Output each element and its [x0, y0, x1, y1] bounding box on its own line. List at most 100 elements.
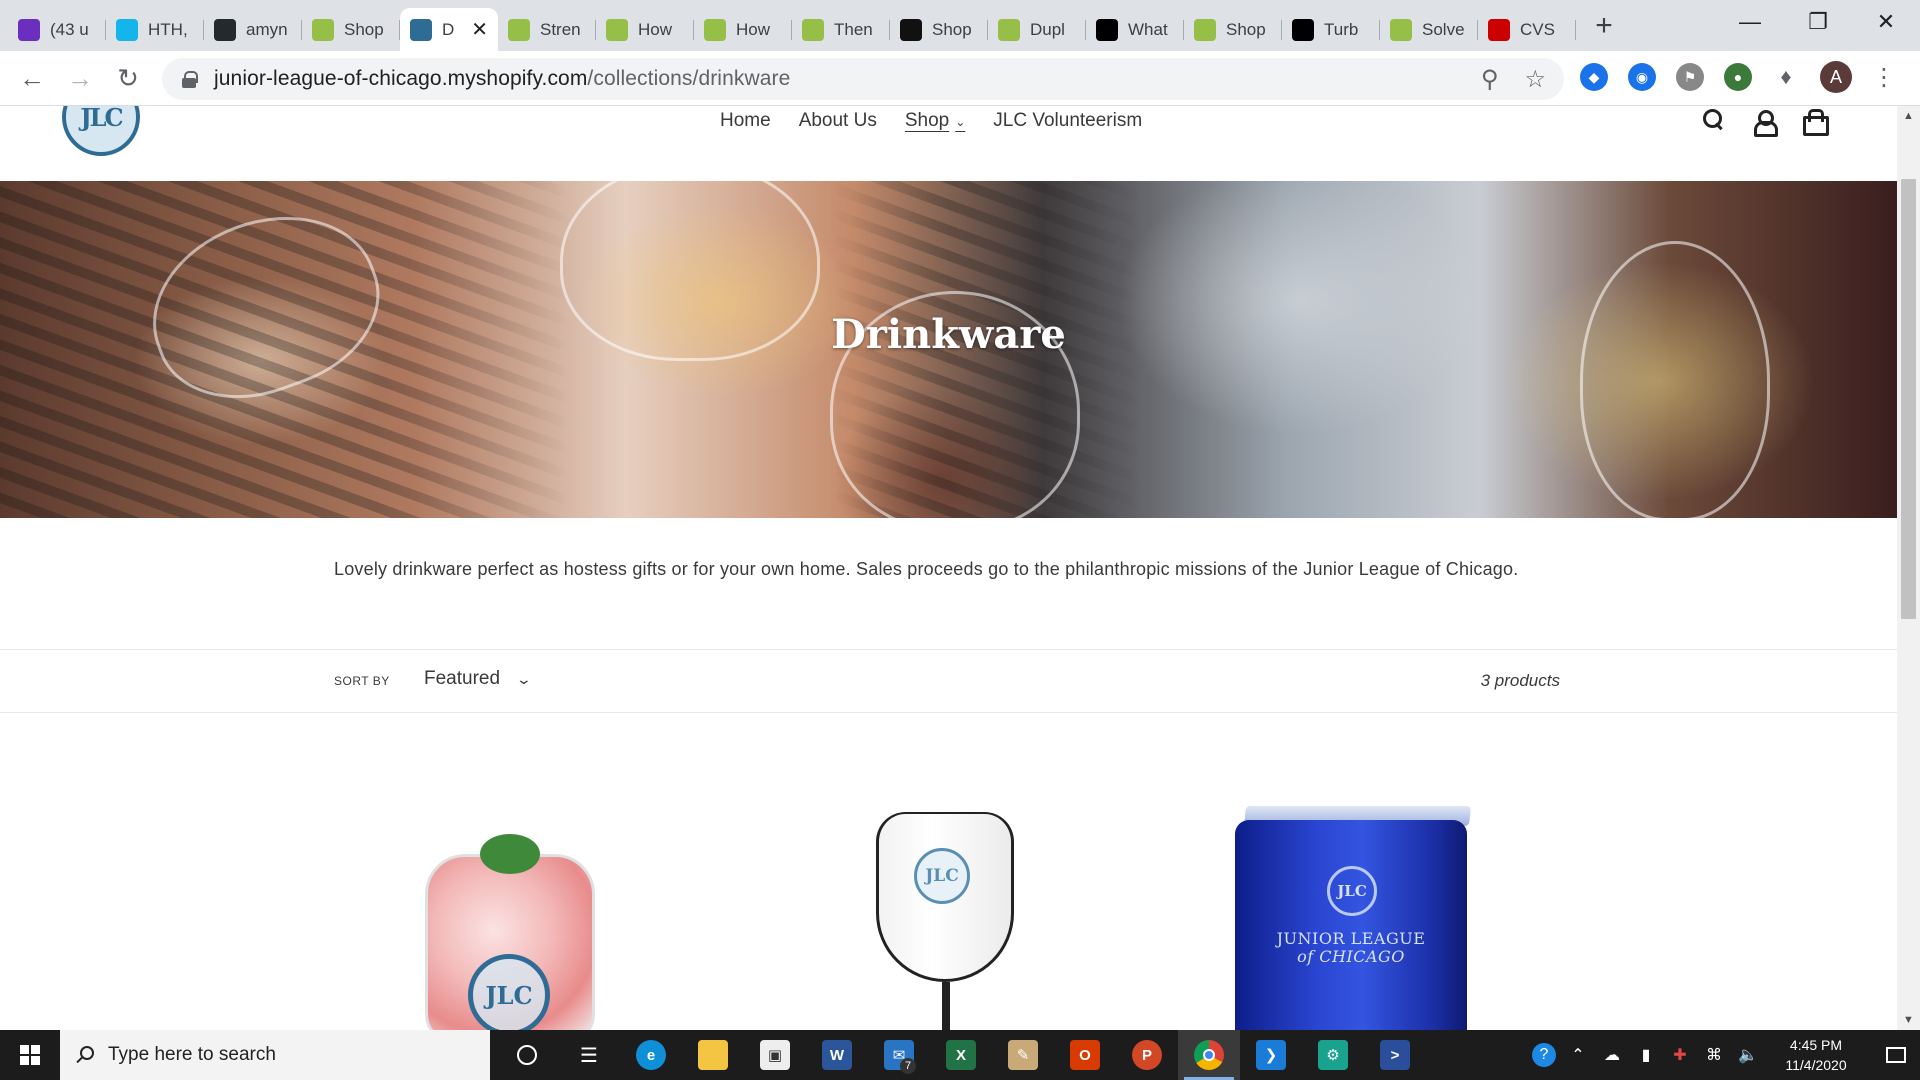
bookmark-star-icon[interactable]: ☆ — [1524, 65, 1546, 94]
tab-title: Shop — [932, 19, 972, 39]
cortana-icon[interactable] — [496, 1030, 558, 1080]
browser-tab[interactable]: Turb — [1282, 11, 1380, 49]
browser-tab[interactable]: How — [596, 11, 694, 49]
nav-item-label: About Us — [798, 110, 877, 131]
brand-line-1: JUNIOR LEAGUE — [1276, 929, 1426, 948]
tab-title: Dupl — [1030, 19, 1065, 39]
browser-tab[interactable]: Shop — [302, 11, 400, 49]
browser-tab[interactable]: How — [694, 11, 792, 49]
nav-item-home[interactable]: Home — [720, 110, 771, 132]
shield-extension-icon[interactable]: ◆ — [1580, 63, 1608, 91]
zoom-icon[interactable]: ⚲ — [1481, 65, 1499, 94]
location-extension-icon[interactable]: ◉ — [1628, 63, 1656, 91]
collection-description: Lovely drinkware perfect as hostess gift… — [334, 559, 1519, 579]
sk-icon — [900, 18, 922, 41]
tab-title: How — [736, 19, 771, 39]
xero-icon — [116, 18, 138, 41]
office-icon[interactable]: O — [1054, 1030, 1116, 1080]
profile-avatar[interactable]: A — [1820, 61, 1852, 93]
sort-select[interactable]: Featured ⌄ — [424, 668, 532, 690]
browser-tab[interactable]: Dupl — [988, 11, 1086, 49]
browser-tab[interactable]: What — [1086, 11, 1184, 49]
forward-button[interactable]: → — [56, 54, 104, 102]
minimize-button[interactable]: — — [1716, 0, 1784, 44]
nav-item-jlc-volunteerism[interactable]: JLC Volunteerism — [993, 110, 1142, 132]
volume-icon[interactable]: 🔈 — [1736, 1043, 1760, 1067]
edge-icon[interactable]: e — [620, 1030, 682, 1080]
battery-icon[interactable]: ▮ — [1634, 1043, 1658, 1067]
word-icon[interactable]: W — [806, 1030, 868, 1080]
chevron-up-icon[interactable]: ⌃ — [1566, 1043, 1590, 1067]
page-viewport: JLC Home About Us Shop ⌄ JLC Volunteerism Dr… — [0, 106, 1897, 1030]
tab-title: What — [1128, 19, 1168, 39]
url-text[interactable]: junior-league-of-chicago.myshopify.com/c… — [214, 67, 790, 91]
flag-extension-icon[interactable]: ⚑ — [1676, 63, 1704, 91]
menu-kebab-icon[interactable]: ⋮ — [1872, 63, 1896, 92]
scrollbar-thumb[interactable] — [1901, 179, 1916, 619]
taskbar-search[interactable]: Type here to search — [60, 1030, 490, 1080]
tab-title: HTH, — [148, 19, 188, 39]
account-icon[interactable] — [1752, 108, 1778, 137]
restore-button[interactable]: ❐ — [1784, 0, 1852, 44]
network-app-icon[interactable]: ⚙ — [1302, 1030, 1364, 1080]
address-bar[interactable]: junior-league-of-chicago.myshopify.com/c… — [162, 58, 1564, 100]
store-icon[interactable]: ▣ — [744, 1030, 806, 1080]
cart-icon[interactable] — [1802, 108, 1829, 136]
page-scrollbar[interactable]: ▲ ▼ — [1897, 106, 1920, 1030]
lock-icon[interactable] — [182, 71, 198, 88]
tab-title: Turb — [1324, 19, 1359, 39]
browser-tab[interactable]: (43 u — [8, 11, 106, 49]
excel-icon[interactable]: X — [930, 1030, 992, 1080]
wifi-icon[interactable]: ⌘ — [1702, 1043, 1726, 1067]
cloud-icon[interactable]: ☁ — [1600, 1043, 1624, 1067]
mail-icon[interactable]: ✉ 7 — [868, 1030, 930, 1080]
file-explorer-icon[interactable] — [682, 1030, 744, 1080]
system-clock[interactable]: 4:45 PM 11/4/2020 — [1770, 1035, 1862, 1075]
paint-icon[interactable]: ✎ — [992, 1030, 1054, 1080]
browser-tab[interactable]: Solve — [1380, 11, 1478, 49]
start-button[interactable] — [0, 1030, 60, 1080]
search-icon[interactable] — [1702, 108, 1724, 132]
browser-tab[interactable]: Shop — [890, 11, 988, 49]
browser-tab[interactable]: CVS — [1478, 11, 1576, 49]
reload-button[interactable]: ↻ — [104, 54, 152, 102]
back-button[interactable]: ← — [8, 54, 56, 102]
browser-tab[interactable]: D ✕ — [400, 8, 498, 51]
scroll-up-arrow[interactable]: ▲ — [1903, 110, 1914, 122]
filter-bar: SORT BY Featured ⌄ 3 products — [0, 649, 1897, 713]
tab-title: Then — [834, 19, 873, 39]
powerpoint-icon[interactable]: P — [1116, 1030, 1178, 1080]
product-image-blue-tumbler[interactable] — [1235, 820, 1467, 1030]
site-logo[interactable]: JLC — [62, 106, 140, 156]
new-tab-button[interactable]: + — [1582, 4, 1626, 48]
help-icon[interactable]: ? — [1532, 1043, 1556, 1067]
product-card-blue-tumbler[interactable]: JLC JUNIOR LEAGUE of CHICAGO — [1235, 806, 1472, 1030]
nav-item-about-us[interactable]: About Us — [799, 110, 877, 132]
browser-tab[interactable]: Shop — [1184, 11, 1282, 49]
shopify-icon — [1390, 18, 1412, 41]
sort-label: SORT BY — [334, 674, 390, 688]
nav-item-label: Shop — [904, 110, 950, 131]
close-tab-icon[interactable]: ✕ — [471, 17, 488, 42]
browser-tab[interactable]: HTH, — [106, 11, 204, 49]
powershell-icon[interactable]: > — [1364, 1030, 1426, 1080]
main-nav: Home About Us Shop ⌄ JLC Volunteerism — [720, 110, 1142, 132]
browser-tab[interactable]: amyn — [204, 11, 302, 49]
app-tray-icon[interactable]: ✚ — [1668, 1043, 1692, 1067]
browser-tab[interactable]: Then — [792, 11, 890, 49]
sort-select-value: Featured — [424, 668, 501, 689]
chrome-icon[interactable] — [1178, 1030, 1240, 1080]
nav-item-shop[interactable]: Shop ⌄ — [905, 110, 965, 132]
notification-center-icon[interactable] — [1872, 1030, 1920, 1080]
puzzle-extensions-icon[interactable]: ♦ — [1772, 63, 1800, 91]
product-card-glass-tumbler[interactable]: JLC — [420, 834, 630, 1030]
vscode-icon[interactable]: ❯ — [1240, 1030, 1302, 1080]
scroll-down-arrow[interactable]: ▼ — [1903, 1014, 1914, 1026]
product-card-wine-glass[interactable]: JLC — [870, 812, 1020, 1030]
header-icons — [1702, 108, 1829, 137]
tab-title: D — [442, 19, 455, 39]
close-window-button[interactable]: ✕ — [1852, 0, 1920, 44]
glasses-extension-icon[interactable]: ● — [1724, 63, 1752, 91]
browser-tab[interactable]: Stren — [498, 11, 596, 49]
task-view-icon[interactable]: ☰ — [558, 1030, 620, 1080]
